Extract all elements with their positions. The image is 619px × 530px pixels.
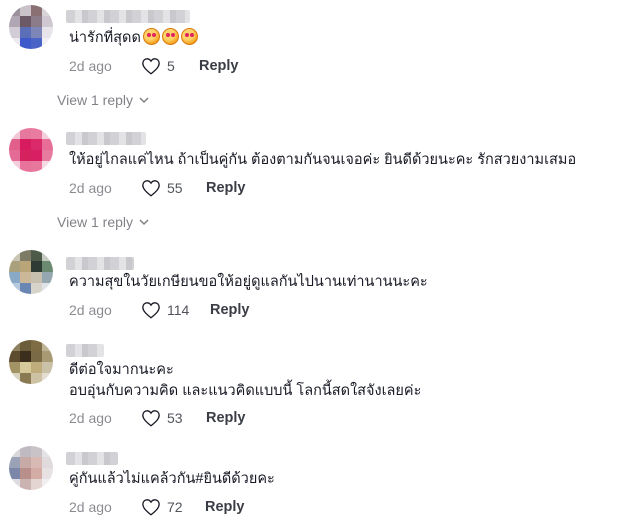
heart-eyes-emoji-icon [180,28,198,45]
like-button[interactable]: 55 [141,179,206,197]
like-count: 5 [167,58,175,74]
avatar[interactable] [9,340,53,384]
comment-date: 2d ago [69,499,112,515]
reply-button[interactable]: Reply [199,58,239,74]
heart-outline-icon [142,499,160,516]
comment-meta: 2d ago 53 Reply [69,408,246,428]
like-button[interactable]: 72 [141,498,205,516]
comment-meta: 2d ago 5 Reply [69,56,239,76]
comment-text: น่ารักที่สุดด [69,28,198,49]
heart-outline-icon [142,410,160,427]
view-replies-label: View 1 reply [57,92,134,108]
chevron-down-icon [139,218,149,225]
comment-meta: 2d ago 72 Reply [69,497,245,517]
heart-outline-icon [142,58,160,75]
like-button[interactable]: 114 [141,301,210,319]
view-replies-button[interactable]: View 1 reply [57,214,149,230]
reply-button[interactable]: Reply [210,302,250,318]
avatar[interactable] [9,5,53,49]
comment-text-body: น่ารักที่สุดด [69,30,141,46]
comment-text: ให้อยู่ไกลแค่ไหน ถ้าเป็นคู่กัน ต้องตามกั… [69,150,576,171]
username-blurred[interactable] [66,344,104,357]
username-blurred[interactable] [66,452,118,465]
like-button[interactable]: 5 [141,57,199,75]
reply-button[interactable]: Reply [206,410,246,426]
comment-text-line: ดีต่อใจมากนะคะ [69,362,174,378]
comment-text-line: อบอุ่นกับความคิด และแนวคิดแบบนี้ โลกนี้ส… [69,383,422,399]
heart-outline-icon [142,302,160,319]
username-blurred[interactable] [66,257,134,270]
like-count: 114 [167,302,190,318]
comment-date: 2d ago [69,180,112,196]
like-count: 72 [167,499,183,515]
heart-eyes-emoji-icon [142,28,160,45]
comment-text: ความสุขในวัยเกษียนขอให้อยู่ดูแลกันไปนานเ… [69,272,428,293]
chevron-down-icon [139,96,149,103]
comment-text: คู่กันแล้วไม่แคล้วกัน#ยินดีด้วยคะ [69,469,275,490]
comment-text: ดีต่อใจมากนะคะ อบอุ่นกับความคิด และแนวคิ… [69,360,421,402]
comment-meta: 2d ago 55 Reply [69,178,246,198]
comment-text-body: ให้อยู่ไกลแค่ไหน ถ้าเป็นคู่กัน ต้องตามกั… [69,152,577,168]
comment-date: 2d ago [69,58,112,74]
username-blurred[interactable] [66,132,146,145]
username-blurred[interactable] [66,10,190,23]
reply-button[interactable]: Reply [206,180,246,196]
avatar[interactable] [9,250,53,294]
like-count: 53 [167,410,183,426]
comment-text-body: ความสุขในวัยเกษียนขอให้อยู่ดูแลกันไปนานเ… [69,274,428,290]
like-count: 55 [167,180,183,196]
comment-text-body: คู่กันแล้วไม่แคล้วกัน#ยินดีด้วยคะ [69,471,275,487]
heart-outline-icon [142,180,160,197]
view-replies-label: View 1 reply [57,214,134,230]
comment-date: 2d ago [69,410,112,426]
heart-eyes-emoji-icon [161,28,179,45]
view-replies-button[interactable]: View 1 reply [57,92,149,108]
reply-button[interactable]: Reply [205,499,245,515]
avatar[interactable] [9,446,53,490]
comment-date: 2d ago [69,302,112,318]
avatar[interactable] [9,128,53,172]
like-button[interactable]: 53 [141,409,206,427]
comment-meta: 2d ago 114 Reply [69,300,250,320]
